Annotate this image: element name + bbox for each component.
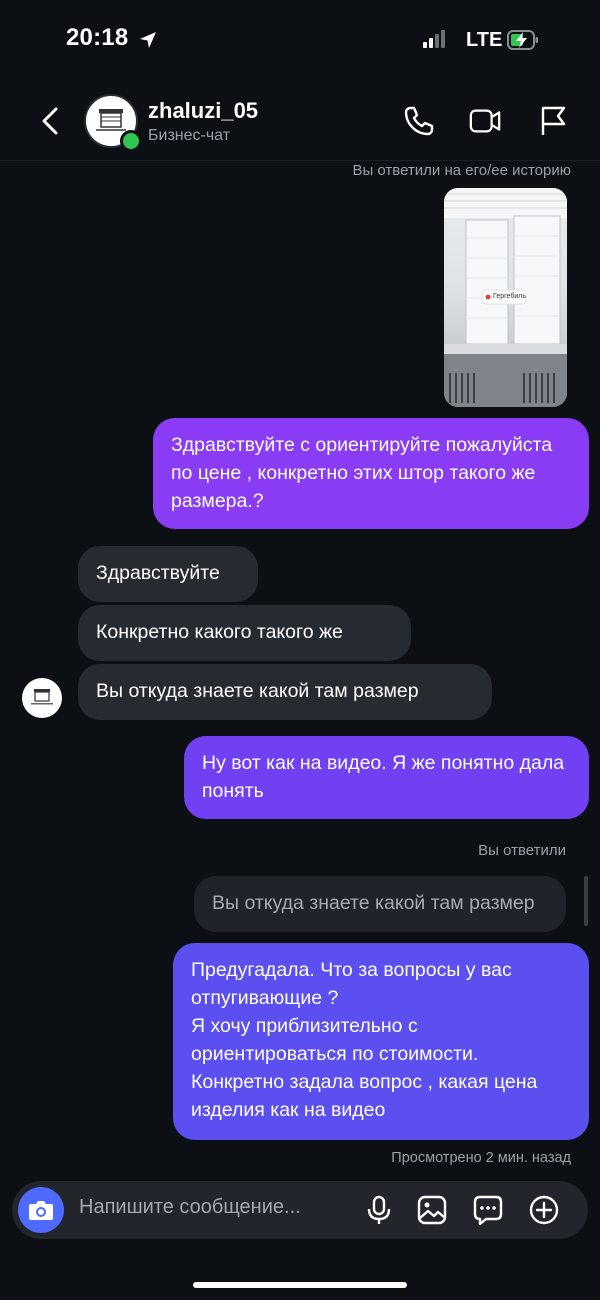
message-incoming[interactable]: Конкретно какого такого же: [78, 605, 411, 661]
message-incoming[interactable]: Здравствуйте: [78, 546, 258, 602]
message-line: Я хочу приблизительно с ориентироваться …: [191, 1015, 479, 1065]
network-label: LTE: [466, 29, 503, 51]
header-divider: [0, 160, 600, 161]
message-line: Конкретно задала вопрос , какая цена изд…: [191, 1071, 538, 1121]
scroll-indicator[interactable]: [584, 876, 588, 926]
message-text: Здравствуйте с ориентируйте пожалуйста п…: [171, 434, 553, 512]
battery-charging-icon: [507, 30, 538, 50]
reply-label: Вы ответили: [478, 842, 566, 859]
story-preview[interactable]: Гергебиль: [444, 188, 567, 407]
message-outgoing[interactable]: Предугадала. Что за вопросы у вас отпуги…: [173, 943, 589, 1140]
message-text: Ну вот как на видео. Я же понятно дала п…: [202, 752, 565, 802]
camera-button[interactable]: [18, 1187, 64, 1233]
quoted-message[interactable]: Вы откуда знаете какой там размер: [194, 876, 566, 932]
home-indicator[interactable]: [193, 1282, 407, 1288]
contact-name[interactable]: zhaluzi_05: [148, 98, 258, 124]
message-text: Конкретно какого такого же: [96, 621, 343, 643]
online-status-dot: [120, 130, 142, 152]
sticker-icon[interactable]: [472, 1194, 504, 1226]
add-icon[interactable]: [528, 1194, 560, 1226]
message-outgoing[interactable]: Ну вот как на видео. Я же понятно дала п…: [184, 736, 589, 819]
location-arrow-icon: [140, 32, 156, 48]
message-incoming[interactable]: Вы откуда знаете какой там размер: [78, 664, 492, 720]
microphone-icon[interactable]: [363, 1194, 395, 1226]
phone-icon[interactable]: [402, 104, 436, 138]
flag-icon[interactable]: [536, 104, 570, 138]
back-chevron-icon[interactable]: [38, 106, 62, 136]
seen-label: Просмотрено 2 мин. назад: [391, 1150, 571, 1166]
quoted-text: Вы откуда знаете какой там размер: [212, 892, 535, 914]
story-reply-label: Вы ответили на его/ее историю: [352, 162, 571, 179]
message-text: Вы откуда знаете какой там размер: [96, 680, 419, 702]
status-time: 20:18: [66, 24, 129, 51]
contact-subtitle: Бизнес-чат: [148, 127, 231, 144]
message-input[interactable]: Напишите сообщение...: [79, 1196, 301, 1219]
gallery-icon[interactable]: [416, 1194, 448, 1226]
contact-avatar-small[interactable]: [22, 678, 62, 718]
video-camera-icon[interactable]: [468, 104, 502, 138]
message-outgoing[interactable]: Здравствуйте с ориентируйте пожалуйста п…: [153, 418, 589, 529]
story-location-tag: Гергебиль: [493, 293, 526, 300]
logo-icon: [31, 689, 53, 705]
camera-icon: [29, 1201, 53, 1220]
message-line: Предугадала. Что за вопросы у вас отпуги…: [191, 959, 512, 1009]
message-text: Здравствуйте: [96, 562, 220, 584]
signal-icon: [423, 30, 447, 48]
